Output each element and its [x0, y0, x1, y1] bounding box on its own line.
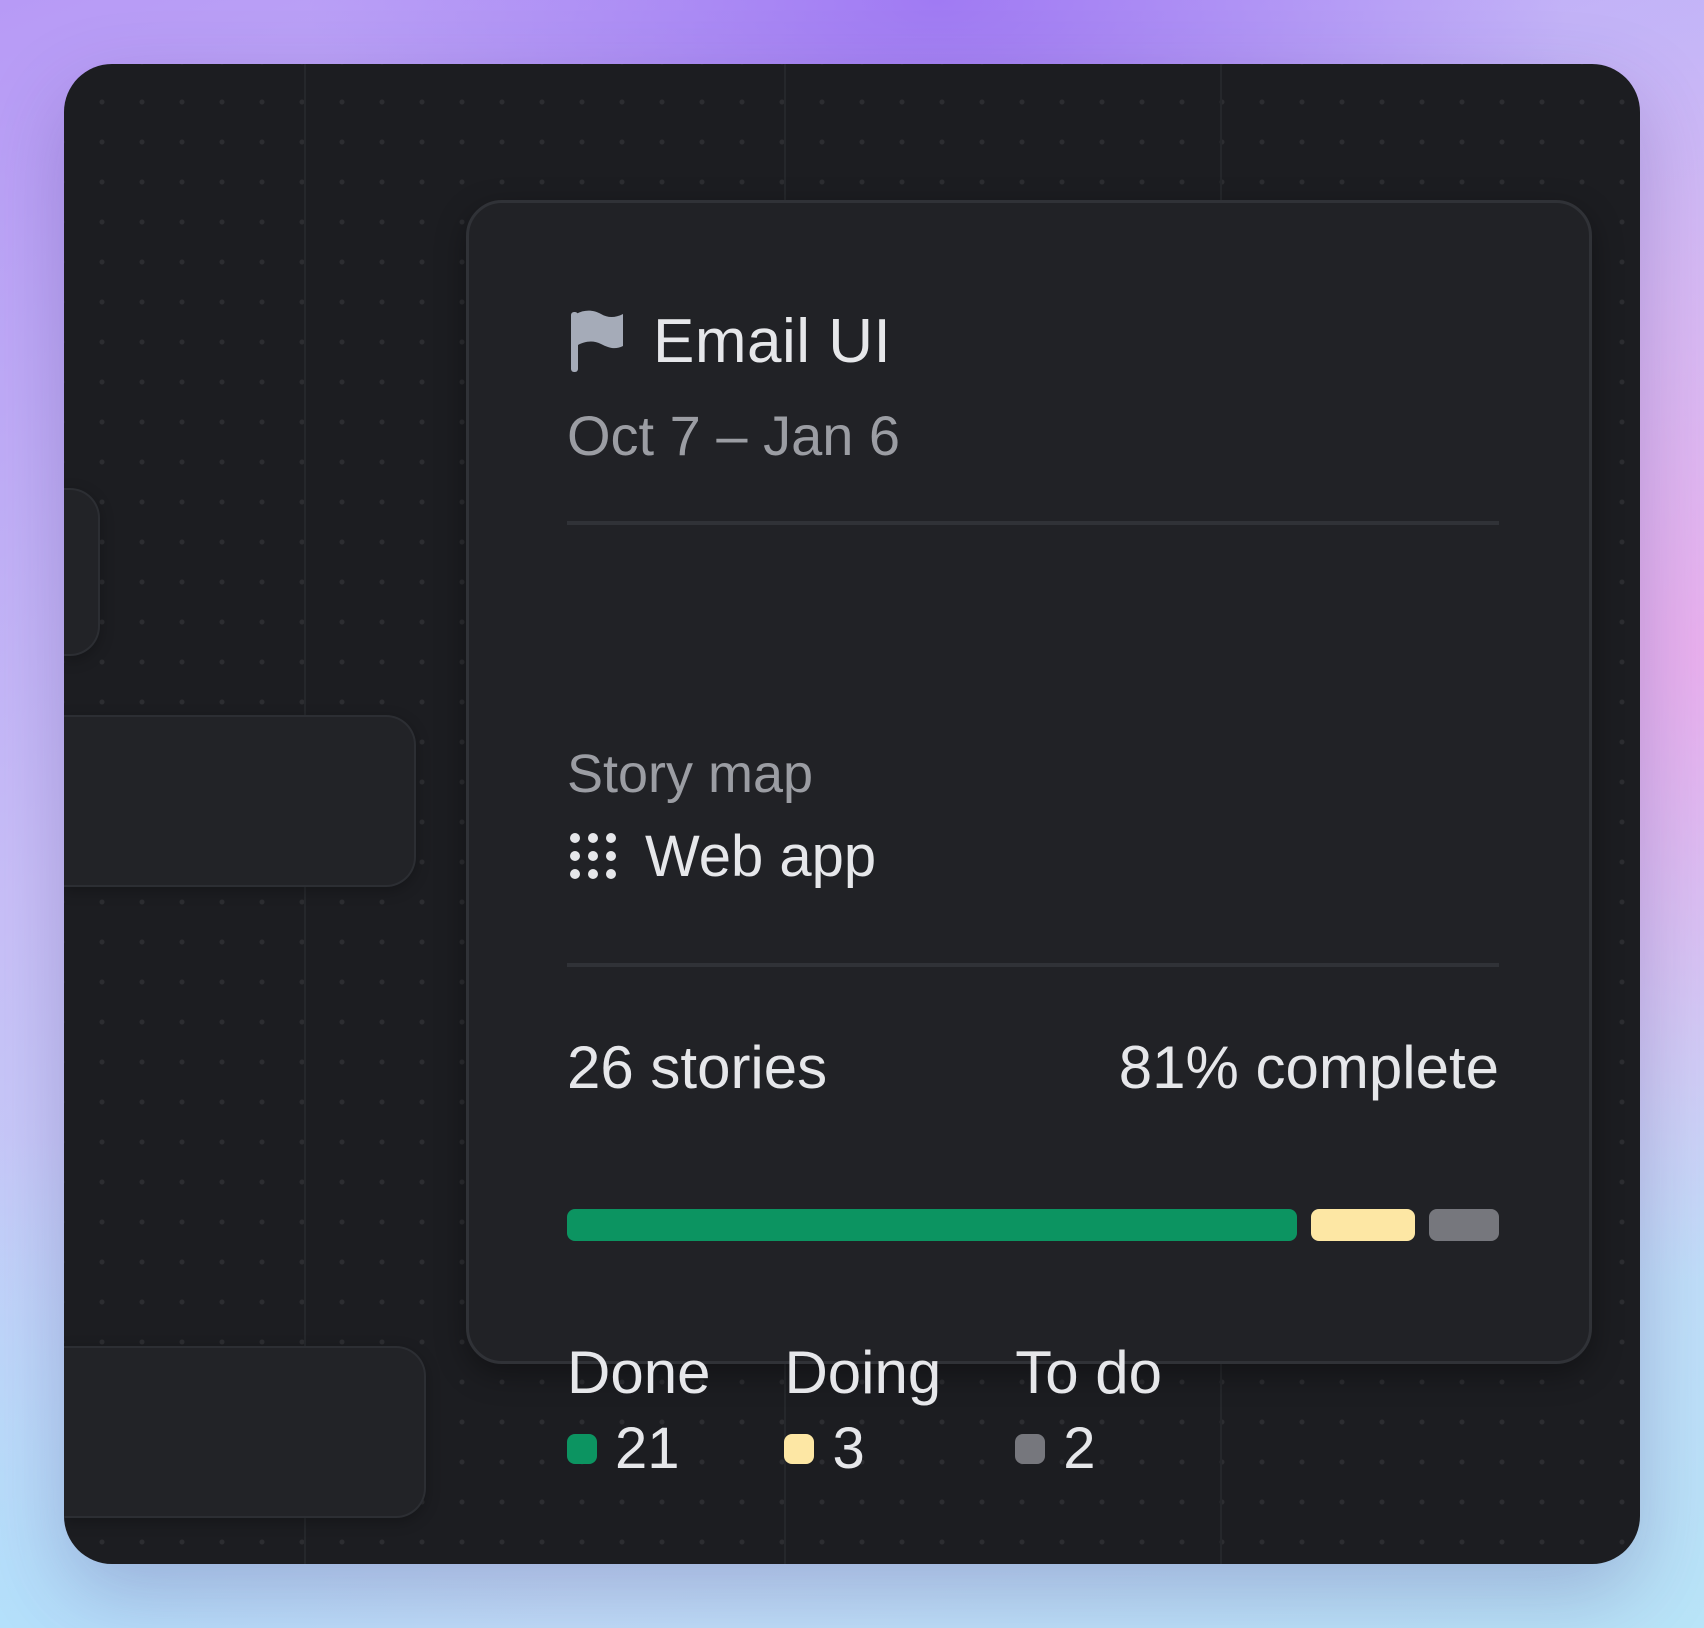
progress-segment-todo [1429, 1209, 1499, 1241]
status-dot-doing [784, 1433, 815, 1464]
story-map-board: Email UI Oct 7 – Jan 6 Story map Web app… [64, 64, 1640, 1564]
epic-date-range: Oct 7 – Jan 6 [567, 404, 901, 467]
completion-percent: 81% complete [1118, 1034, 1499, 1101]
legend-label: Doing [784, 1339, 942, 1406]
legend-todo: To do 2 [1015, 1333, 1162, 1482]
grid-dots-icon [570, 833, 616, 879]
legend-label: Done [567, 1339, 711, 1406]
legend-doing: Doing 3 [784, 1333, 941, 1482]
legend-done: Done 21 [567, 1333, 710, 1482]
legend-count: 2 [1063, 1416, 1096, 1481]
progress-segment-done [567, 1209, 1298, 1241]
progress-segment-doing [1311, 1209, 1416, 1241]
epic-title: Email UI [653, 306, 892, 376]
epic-detail-card[interactable]: Email UI Oct 7 – Jan 6 Story map Web app… [466, 200, 1592, 1481]
legend-count: 3 [832, 1416, 865, 1481]
epic-title-row: Email UI [567, 301, 1499, 381]
legend-label: To do [1015, 1339, 1162, 1406]
flag-icon [571, 310, 623, 372]
legend-count: 21 [615, 1416, 680, 1481]
background-card[interactable] [64, 1346, 426, 1518]
story-map-label: Story map [567, 744, 814, 804]
divider [567, 521, 1499, 525]
status-legend: Done 21 Doing 3 To do 2 [567, 1333, 1499, 1482]
status-dot-todo [1015, 1433, 1046, 1464]
background-card[interactable] [64, 488, 100, 656]
progress-bar [567, 1209, 1499, 1241]
background-card[interactable] [64, 715, 416, 887]
story-map-link[interactable]: Web app [567, 821, 1499, 891]
story-map-name: Web app [645, 823, 877, 889]
divider [567, 963, 1499, 967]
story-count: 26 stories [567, 1034, 828, 1101]
progress-summary: 26 stories 81% complete [567, 1033, 1499, 1102]
status-dot-done [567, 1433, 597, 1464]
